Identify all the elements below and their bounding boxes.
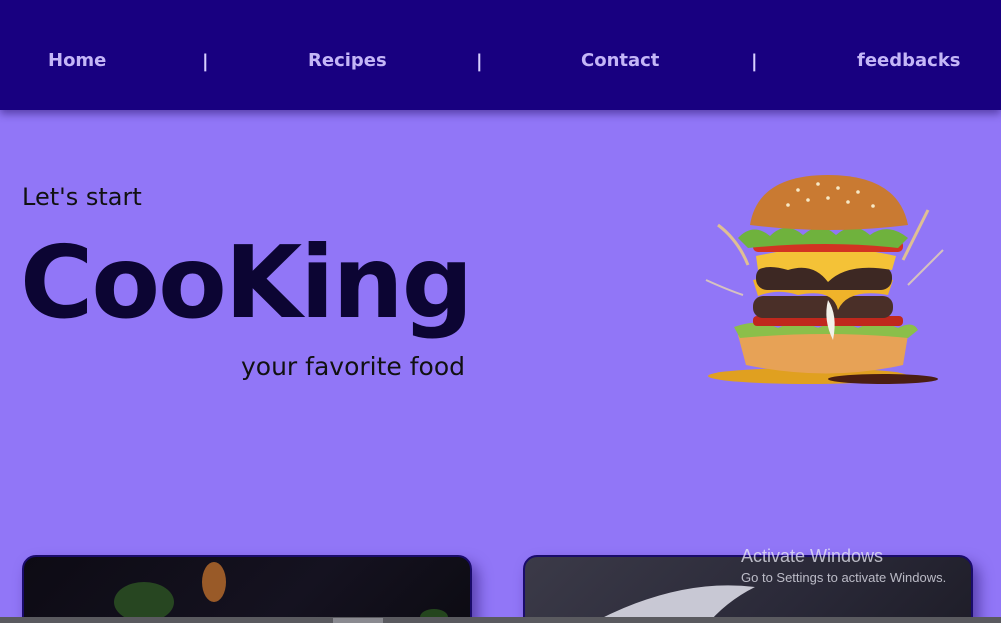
horizontal-scrollbar[interactable] [0,617,1001,623]
burger-image [698,170,958,395]
hero-subtitle: your favorite food [241,352,465,381]
os-activation-watermark: Activate Windows Go to Settings to activ… [741,546,946,585]
nav-home-link[interactable]: Home [48,50,106,71]
nav-separator: | [202,51,209,72]
nav-separator: | [751,51,758,72]
watermark-title: Activate Windows [741,546,884,566]
nav-contact-link[interactable]: Contact [581,50,659,71]
hero-intro-text: Let's start [22,183,142,211]
top-navbar: Home | Recipes | Contact | feedbacks [0,0,1001,110]
nav-recipes-link[interactable]: Recipes [308,50,387,71]
burger-illustration [705,175,944,384]
nav-separator: | [476,51,483,72]
recipe-card-image [114,562,448,623]
watermark-subtitle: Go to Settings to activate Windows. [741,570,947,585]
hero-title: CooKing [20,224,473,341]
nav-feedbacks-link[interactable]: feedbacks [857,50,961,71]
recipe-card[interactable] [22,555,472,623]
scrollbar-thumb[interactable] [333,618,383,623]
